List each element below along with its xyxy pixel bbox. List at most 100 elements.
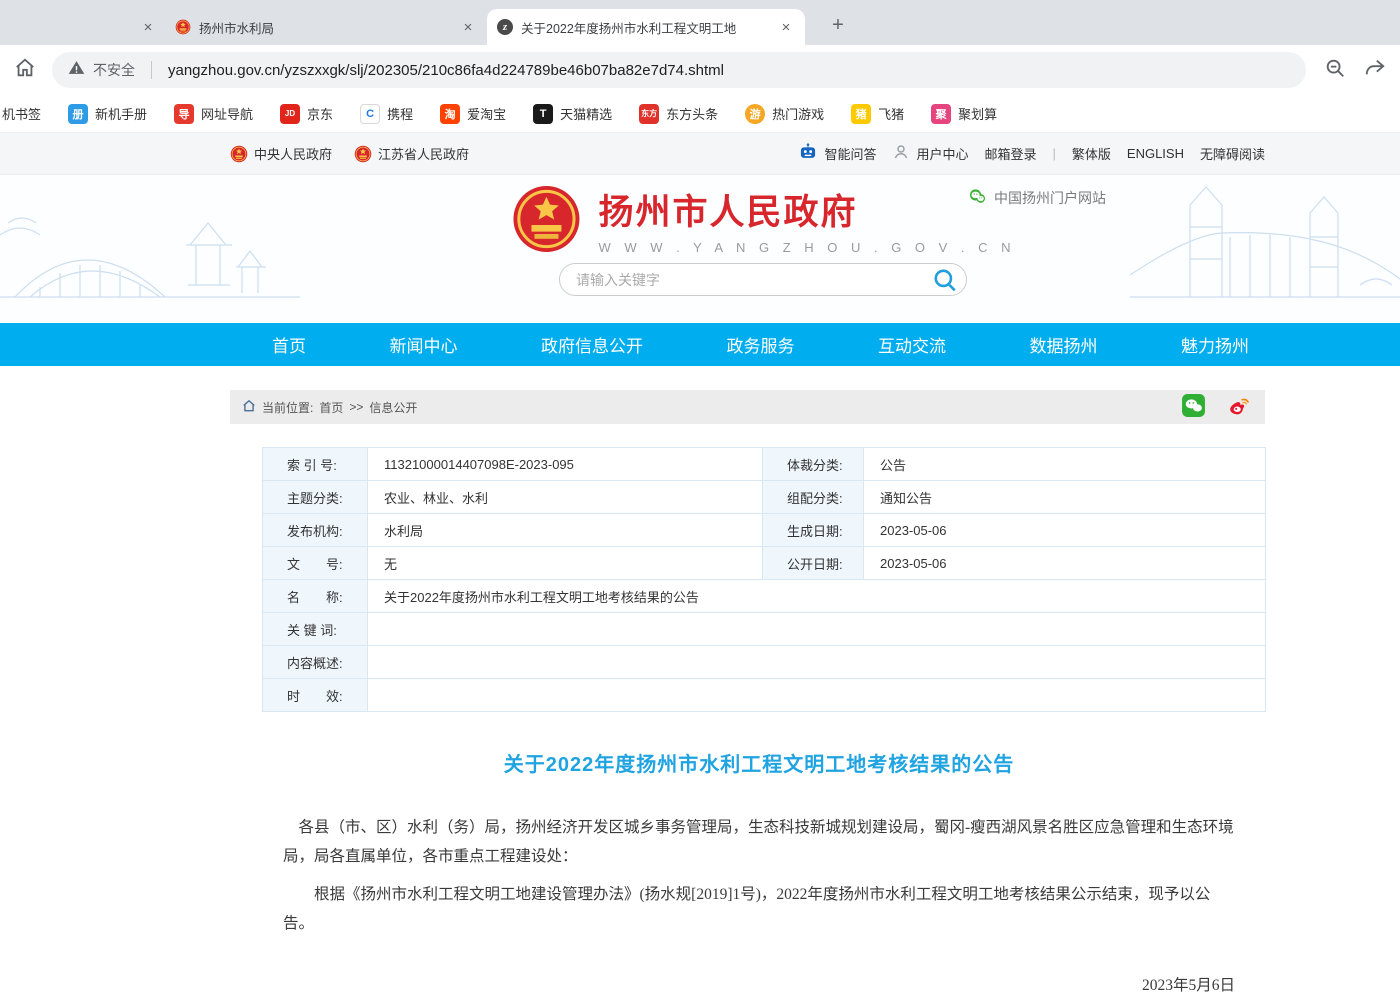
main-nav: 首页 新闻中心 政府信息公开 政务服务 互动交流 数据扬州 魅力扬州 (0, 323, 1400, 366)
browser-tab-bar: × 扬州市水利局 × z 关于2022年度扬州市水利工程文明工地 × + (0, 0, 1400, 45)
breadcrumb-home-link[interactable]: 首页 (319, 399, 343, 416)
bookmark-机书签[interactable]: 机书签 (2, 104, 41, 123)
portal-label: 中国扬州门户网站 (994, 188, 1106, 208)
site-name: 扬州市人民政府 (598, 184, 1015, 235)
topbar-link-label: 邮箱登录 (984, 144, 1036, 163)
info-table-row: 文 号:无公开日期:2023-05-06 (263, 547, 1266, 580)
wechat-share-icon[interactable] (1181, 393, 1206, 421)
breadcrumb-prefix: 当前位置: (262, 399, 313, 416)
nav-item-新闻中心[interactable]: 新闻中心 (390, 332, 458, 357)
article: 关于2022年度扬州市水利工程文明工地考核结果的公告 各县（市、区）水利（务）局… (230, 748, 1265, 997)
tab-title: 关于2022年度扬州市水利工程文明工地 (521, 18, 769, 37)
bookmark-label: 热门游戏 (772, 104, 824, 123)
info-label: 索 引 号: (263, 448, 368, 481)
info-table-row: 发布机构:水利局生成日期:2023-05-06 (263, 514, 1266, 547)
not-secure-warning-icon[interactable] (68, 59, 85, 81)
bookmark-label: 东方头条 (666, 104, 718, 123)
nav-item-数据扬州[interactable]: 数据扬州 (1030, 332, 1098, 357)
topbar-link-ENGLISH[interactable]: ENGLISH (1127, 146, 1184, 161)
topbar-link-用户中心[interactable]: 用户中心 (892, 143, 968, 164)
address-field[interactable]: 不安全 yangzhou.gov.cn/yzszxxgk/slj/202305/… (52, 52, 1306, 88)
url-text[interactable]: yangzhou.gov.cn/yzszxxgk/slj/202305/210c… (168, 62, 724, 79)
bookmark-label: 网址导航 (201, 104, 253, 123)
search-icon[interactable] (930, 265, 960, 295)
topbar-link-繁体版[interactable]: 繁体版 (1072, 144, 1111, 163)
close-icon[interactable]: × (777, 19, 795, 36)
portal-tag[interactable]: 中国扬州门户网站 (968, 187, 1106, 209)
topbar-link-智能问答[interactable]: 智能问答 (798, 142, 876, 165)
bookmark-携程[interactable]: C携程 (360, 104, 413, 124)
home-outline-icon (242, 399, 256, 416)
info-label: 时 效: (263, 679, 368, 712)
home-icon[interactable] (14, 57, 36, 84)
info-value: 通知公告 (864, 481, 1266, 514)
bookmark-label: 爱淘宝 (467, 104, 506, 123)
bookmark-热门游戏[interactable]: 游热门游戏 (745, 104, 824, 124)
breadcrumb-current: 信息公开 (369, 399, 417, 416)
article-title: 关于2022年度扬州市水利工程文明工地考核结果的公告 (283, 748, 1235, 777)
bookmark-聚划算[interactable]: 聚聚划算 (931, 104, 997, 124)
gov-emblem-icon (230, 145, 248, 163)
tab-shuiliju[interactable]: 扬州市水利局 × (165, 9, 487, 45)
topbar-link-无障碍阅读[interactable]: 无障碍阅读 (1200, 144, 1265, 163)
topbar-link-中央人民政府[interactable]: 中央人民政府 (230, 144, 332, 163)
new-tab-button[interactable]: + (825, 14, 851, 37)
tab-title: 扬州市水利局 (199, 18, 451, 37)
nav-item-互动交流[interactable]: 互动交流 (878, 332, 946, 357)
weibo-share-icon[interactable] (1226, 393, 1251, 421)
bookmark-label: 新机手册 (95, 104, 147, 123)
info-label: 名 称: (263, 580, 368, 613)
topbar-link-label: ENGLISH (1127, 146, 1184, 161)
dongfang-icon: 东方 (639, 104, 659, 124)
site-logo[interactable]: 扬州市人民政府 W W W . Y A N G Z H O U . G O V … (510, 183, 1015, 255)
bookmark-label: 携程 (387, 104, 413, 123)
info-label: 发布机构: (263, 514, 368, 547)
close-icon[interactable]: × (459, 19, 477, 36)
info-value (368, 679, 1266, 712)
info-value: 水利局 (368, 514, 763, 547)
article-paragraph: 根据《扬州市水利工程文明工地建设管理办法》(扬水规[2019]1号)，2022年… (283, 880, 1235, 939)
juhuasuan-icon: 聚 (931, 104, 951, 124)
page-content: 当前位置: 首页 >> 信息公开 索 引 号:11321000014407098… (230, 390, 1265, 997)
tab-stub[interactable]: × (0, 9, 165, 45)
breadcrumb: 当前位置: 首页 >> 信息公开 (230, 390, 1265, 424)
nav-item-首页[interactable]: 首页 (272, 332, 306, 357)
info-label: 主题分类: (263, 481, 368, 514)
topbar-link-江苏省人民政府[interactable]: 江苏省人民政府 (354, 144, 469, 163)
info-label: 文 号: (263, 547, 368, 580)
nav-item-政务服务[interactable]: 政务服务 (727, 332, 795, 357)
bookmark-京东[interactable]: JD京东 (280, 104, 333, 124)
bookmark-天猫精选[interactable]: T天猫精选 (533, 104, 612, 124)
search-input[interactable] (576, 272, 930, 288)
info-table-row: 关 键 词: (263, 613, 1266, 646)
bookmark-label: 聚划算 (958, 104, 997, 123)
zoom-out-icon[interactable] (1324, 57, 1346, 84)
topbar-link-邮箱登录[interactable]: 邮箱登录 (984, 144, 1036, 163)
bookmark-东方头条[interactable]: 东方东方头条 (639, 104, 718, 124)
info-label: 组配分类: (763, 481, 864, 514)
info-label: 生成日期: (763, 514, 864, 547)
nav-item-政府信息公开[interactable]: 政府信息公开 (541, 332, 643, 357)
jd-icon: JD (280, 104, 300, 124)
gov-emblem-icon (354, 145, 372, 163)
bookmark-label: 机书签 (2, 104, 41, 123)
taobao-icon: 淘 (440, 104, 460, 124)
tab-active-article[interactable]: z 关于2022年度扬州市水利工程文明工地 × (487, 9, 805, 45)
close-icon[interactable]: × (139, 19, 157, 36)
bookmark-飞猪[interactable]: 猪飞猪 (851, 104, 904, 124)
nav-item-魅力扬州[interactable]: 魅力扬州 (1181, 332, 1249, 357)
url-bar: 不安全 yangzhou.gov.cn/yzszxxgk/slj/202305/… (0, 45, 1400, 95)
bookmark-网址导航[interactable]: 导网址导航 (174, 104, 253, 124)
share-icon[interactable] (1364, 57, 1386, 84)
info-value: 关于2022年度扬州市水利工程文明工地考核结果的公告 (368, 580, 1266, 613)
manual-icon: 册 (68, 104, 88, 124)
info-label: 公开日期: (763, 547, 864, 580)
wechat-icon (968, 187, 987, 209)
bookmark-爱淘宝[interactable]: 淘爱淘宝 (440, 104, 506, 124)
security-label: 不安全 (93, 60, 135, 80)
user-icon (892, 143, 910, 164)
topbar-link-label: 智能问答 (824, 144, 876, 163)
article-paragraph: 各县（市、区）水利（务）局，扬州经济开发区城乡事务管理局，生态科技新城规划建设局… (283, 813, 1235, 872)
bookmark-label: 天猫精选 (560, 104, 612, 123)
bookmark-新机手册[interactable]: 册新机手册 (68, 104, 147, 124)
